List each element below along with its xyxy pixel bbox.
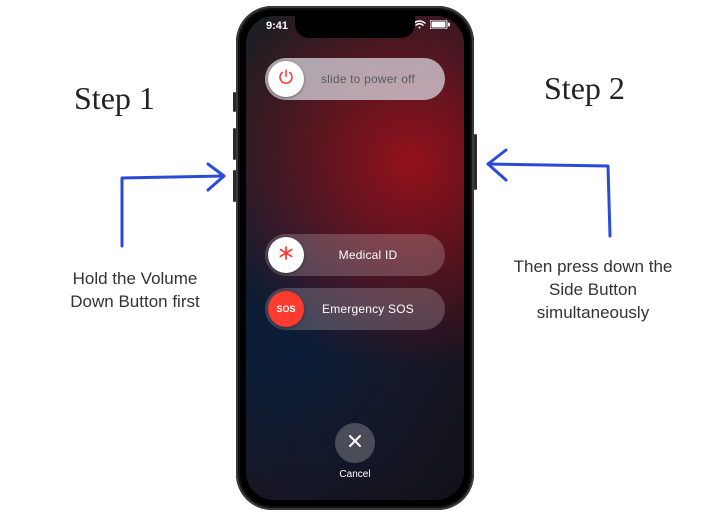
close-icon xyxy=(347,433,363,454)
power-icon xyxy=(277,68,295,91)
emergency-sos-label: Emergency SOS xyxy=(307,302,445,316)
power-off-label: slide to power off xyxy=(307,72,445,86)
cancel-label: Cancel xyxy=(335,469,375,480)
step1-description: Hold the Volume Down Button first xyxy=(50,268,220,314)
medical-id-knob[interactable] xyxy=(268,237,304,273)
mute-switch[interactable] xyxy=(233,92,236,112)
side-button[interactable] xyxy=(474,134,477,190)
emergency-sos-slider[interactable]: SOS Emergency SOS xyxy=(265,288,445,330)
battery-icon xyxy=(430,20,450,29)
volume-down-button[interactable] xyxy=(233,170,236,202)
cancel-group: Cancel xyxy=(335,423,375,480)
iphone-frame: 9:41 slide to power off xyxy=(236,6,474,510)
step2-description: Then press down the Side Button simultan… xyxy=(508,256,678,325)
status-time: 9:41 xyxy=(266,20,288,32)
power-off-slider[interactable]: slide to power off xyxy=(265,58,445,100)
medical-id-slider[interactable]: Medical ID xyxy=(265,234,445,276)
sos-icon: SOS xyxy=(276,304,295,314)
power-off-knob[interactable] xyxy=(268,61,304,97)
step2-arrow xyxy=(480,110,630,245)
medical-id-label: Medical ID xyxy=(307,248,445,262)
phone-screen: 9:41 slide to power off xyxy=(246,16,464,500)
asterisk-icon xyxy=(277,244,295,267)
cancel-button[interactable] xyxy=(335,423,375,463)
notch xyxy=(295,16,415,38)
step1-heading: Step 1 xyxy=(74,80,155,117)
emergency-sos-knob[interactable]: SOS xyxy=(268,291,304,327)
step2-heading: Step 2 xyxy=(544,70,625,107)
step1-arrow xyxy=(108,126,248,251)
volume-up-button[interactable] xyxy=(233,128,236,160)
